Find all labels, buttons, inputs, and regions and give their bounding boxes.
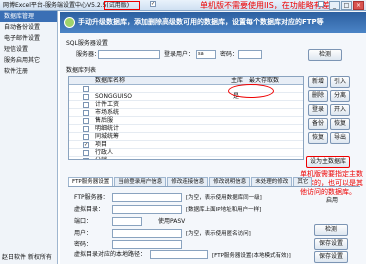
row-checkbox[interactable] bbox=[83, 118, 89, 124]
add-button[interactable]: 新增 bbox=[308, 76, 328, 88]
sidebar-item-backup[interactable]: 自动备份设置 bbox=[0, 22, 57, 33]
ftp-dir-input[interactable] bbox=[112, 205, 182, 214]
row-name: SONGGUISO bbox=[95, 93, 133, 100]
ftp-hint-3: [为空，表示使用匿名访问] bbox=[186, 231, 251, 237]
sidebar-item-sms[interactable]: 短信设置 bbox=[0, 44, 57, 55]
table-row[interactable]: ✓ 分销 bbox=[69, 157, 303, 159]
ftp-hint-1: [为空，表示使用数据库同一级] bbox=[186, 195, 262, 201]
sql-group-label: SQL服务器设置 bbox=[66, 40, 108, 47]
save-settings-button[interactable]: 保存设置 bbox=[314, 251, 348, 263]
sidebar-item-other[interactable]: 服务启用其它 bbox=[0, 55, 57, 66]
table-row[interactable]: 市场系统 bbox=[69, 109, 303, 117]
check-button[interactable]: 检测 bbox=[308, 49, 342, 61]
row-checkbox[interactable] bbox=[83, 134, 89, 140]
pasv-checkbox[interactable]: ✓ bbox=[150, 1, 156, 7]
password-input[interactable] bbox=[238, 50, 262, 59]
enter-button[interactable]: 开入 bbox=[330, 104, 350, 116]
login-label: 登录用户： bbox=[164, 51, 195, 58]
tab-connection[interactable]: 修改连接信息 bbox=[167, 177, 209, 186]
row-name: 计件工资 bbox=[95, 101, 120, 108]
row-name: 市场系统 bbox=[95, 109, 120, 116]
settings-tabs: FTP服务器设置 当前登录用户信息 修改连接信息 修改说明信息 未处理的修改 其… bbox=[68, 177, 360, 187]
ftp-port-label: 端口： bbox=[74, 218, 93, 225]
row-checkbox[interactable]: ✓ bbox=[83, 158, 89, 159]
ftp-password-input[interactable] bbox=[112, 240, 182, 249]
sidebar: 数据库管理 自动备份设置 电子邮件设置 短信设置 服务启用其它 软件注册 bbox=[0, 11, 58, 264]
ftp-server-label: FTP服务器： bbox=[74, 194, 109, 201]
set-main-db-button[interactable]: 设为主数据库 bbox=[306, 156, 350, 168]
ftp-server-input[interactable] bbox=[112, 193, 182, 202]
enable-checkbox[interactable] bbox=[318, 1, 324, 7]
close-icon[interactable]: × bbox=[353, 1, 364, 10]
row-checkbox[interactable] bbox=[83, 150, 89, 156]
row-name: 售后服 bbox=[95, 117, 114, 124]
row-checkbox[interactable] bbox=[83, 86, 89, 92]
ftp-user-input[interactable] bbox=[112, 229, 182, 238]
ftp-port-input[interactable] bbox=[112, 217, 142, 226]
tab-description[interactable]: 修改说明信息 bbox=[209, 177, 251, 186]
table-row[interactable]: 计件工资 bbox=[69, 101, 303, 109]
main-db-highlight bbox=[228, 84, 274, 98]
tab-other[interactable]: 其它 bbox=[293, 177, 313, 186]
column-name: 数据库名称 bbox=[95, 77, 126, 84]
minimize-icon[interactable]: _ bbox=[329, 1, 340, 10]
ftp-user-label: 用户： bbox=[74, 230, 93, 237]
window-controls: _ □ × bbox=[329, 1, 364, 10]
tab-ftp[interactable]: FTP服务器设置 bbox=[68, 177, 114, 186]
export-button[interactable]: 导出 bbox=[330, 132, 350, 144]
detach-button[interactable]: 分离 bbox=[330, 90, 350, 102]
server-input[interactable] bbox=[98, 50, 160, 59]
ftp-hint-4: [FTP服务器设置(本地模式有效)] bbox=[212, 253, 291, 259]
backup-button[interactable]: 备份 bbox=[308, 118, 328, 130]
row-checkbox[interactable] bbox=[83, 110, 89, 116]
banner-text: 手动升级数据库，添加删除高级数可用的数据库，设置每个数据库对应的FTP等 bbox=[78, 18, 324, 26]
table-row[interactable]: 同城统筹 bbox=[69, 133, 303, 141]
sidebar-item-register[interactable]: 软件注册 bbox=[0, 66, 57, 77]
ftp-hint-2: [数据库上面IP地址和用户一样] bbox=[186, 207, 262, 213]
restore-button[interactable]: 恢复 bbox=[330, 118, 350, 130]
ftp-dir-label: 虚拟目录： bbox=[74, 206, 105, 213]
sidebar-footer: 赵日软件 新权所有 bbox=[2, 254, 52, 261]
info-icon bbox=[64, 17, 75, 28]
table-row[interactable]: ✓ 项目 bbox=[69, 141, 303, 149]
ftp-local-input[interactable] bbox=[150, 250, 208, 259]
row-checkbox[interactable] bbox=[83, 102, 89, 108]
tab-pending[interactable]: 未处理的修改 bbox=[251, 177, 293, 186]
pasv-label: 使用PASV bbox=[158, 218, 186, 225]
sidebar-item-email[interactable]: 电子邮件设置 bbox=[0, 33, 57, 44]
row-checkbox[interactable] bbox=[83, 94, 89, 100]
row-name: 行政人 bbox=[95, 149, 114, 156]
tab-current-user[interactable]: 当前登录用户信息 bbox=[114, 177, 167, 186]
table-header: 数据库名称 主库 最大存取数 bbox=[69, 77, 303, 85]
delete-button[interactable]: 删除 bbox=[308, 90, 328, 102]
restore-button-2[interactable]: 恢复 bbox=[308, 132, 328, 144]
row-checkbox[interactable] bbox=[83, 126, 89, 132]
trial-highlight-box bbox=[104, 1, 140, 10]
banner: 手动升级数据库，添加删除高级数可用的数据库，设置每个数据库对应的FTP等 bbox=[60, 12, 366, 33]
ftp-password-label: 密码： bbox=[74, 241, 93, 248]
login-input[interactable]: sa bbox=[196, 50, 216, 59]
row-name: 分销 bbox=[95, 157, 107, 159]
row-name: 同城统筹 bbox=[95, 133, 120, 140]
list-group-label: 数据库列表 bbox=[66, 67, 97, 74]
password-label: 密码： bbox=[220, 51, 239, 58]
row-checkbox[interactable]: ✓ bbox=[83, 142, 89, 148]
login-button[interactable]: 登录 bbox=[308, 104, 328, 116]
table-row[interactable]: 明细统计 bbox=[69, 125, 303, 133]
maximize-icon[interactable]: □ bbox=[341, 1, 352, 10]
table-row[interactable]: 售后服 bbox=[69, 117, 303, 125]
enable-label: 启用 bbox=[326, 197, 339, 204]
server-label: 服务器： bbox=[76, 51, 101, 58]
ftp-local-label: 虚拟目录对应的本地路径： bbox=[74, 251, 147, 258]
row-name: 项目 bbox=[95, 141, 108, 148]
table-row[interactable]: 行政人 bbox=[69, 149, 303, 157]
sidebar-item-database[interactable]: 数据库管理 bbox=[0, 11, 57, 22]
row-name: 明细统计 bbox=[95, 125, 120, 132]
ftp-save-button[interactable]: 保存设置 bbox=[314, 238, 348, 250]
ftp-check-button[interactable]: 检测 bbox=[314, 224, 348, 236]
import-button[interactable]: 引入 bbox=[330, 76, 350, 88]
